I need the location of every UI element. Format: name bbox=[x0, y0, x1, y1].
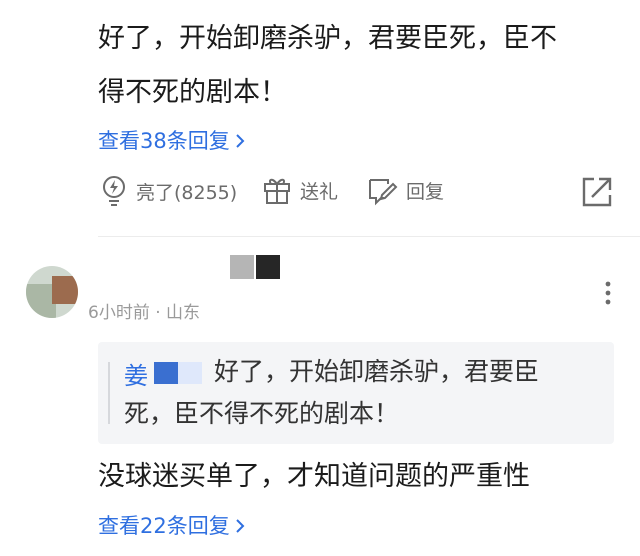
chevron-right-icon bbox=[236, 134, 245, 148]
reply-button[interactable]: 回复 bbox=[366, 174, 444, 206]
share-icon bbox=[582, 177, 612, 207]
quote-text-line-2: 死，臣不得不死的剧本！ bbox=[124, 399, 400, 428]
quote-bar bbox=[108, 362, 110, 424]
comment-text-line-1: 好了，开始卸磨杀驴，君要臣死，臣不 bbox=[98, 23, 557, 54]
quote-author[interactable]: 姜 bbox=[124, 356, 148, 391]
quoted-comment[interactable]: 姜 好了，开始卸磨杀驴，君要臣 死，臣不得不死的剧本！ bbox=[98, 342, 614, 444]
gift-label: 送礼 bbox=[300, 180, 339, 203]
more-options-button[interactable] bbox=[600, 280, 616, 312]
share-button[interactable] bbox=[580, 175, 614, 213]
chevron-right-icon bbox=[236, 519, 245, 533]
view-replies-label-2: 查看22条回复 bbox=[98, 514, 230, 538]
quote-text-line-1: 好了，开始卸磨杀驴，君要臣 bbox=[214, 357, 540, 386]
reply-label: 回复 bbox=[406, 180, 445, 203]
like-count-label: 亮了(8255) bbox=[136, 181, 238, 204]
like-button[interactable]: 亮了(8255) bbox=[100, 174, 237, 208]
gift-icon bbox=[264, 178, 290, 204]
avatar[interactable] bbox=[26, 266, 78, 318]
view-replies-link-2[interactable]: 查看22条回复 bbox=[98, 512, 246, 540]
username-redacted-2 bbox=[256, 255, 280, 279]
more-vertical-icon bbox=[605, 281, 611, 305]
username-redacted[interactable] bbox=[230, 255, 254, 279]
gift-button[interactable]: 送礼 bbox=[262, 174, 338, 206]
comment-text-line-2: 得不死的剧本！ bbox=[98, 77, 287, 108]
comment-meta: 6小时前 · 山东 bbox=[88, 303, 201, 323]
lightbulb-icon bbox=[103, 176, 125, 206]
quote-author-redacted-2 bbox=[178, 362, 202, 384]
quote-author-redacted bbox=[154, 362, 178, 384]
comment-divider bbox=[98, 236, 640, 237]
view-replies-label: 查看38条回复 bbox=[98, 129, 230, 153]
reply-edit-icon bbox=[369, 179, 398, 206]
view-replies-link[interactable]: 查看38条回复 bbox=[98, 127, 246, 155]
comment2-text: 没球迷买单了，才知道问题的严重性 bbox=[98, 461, 530, 492]
